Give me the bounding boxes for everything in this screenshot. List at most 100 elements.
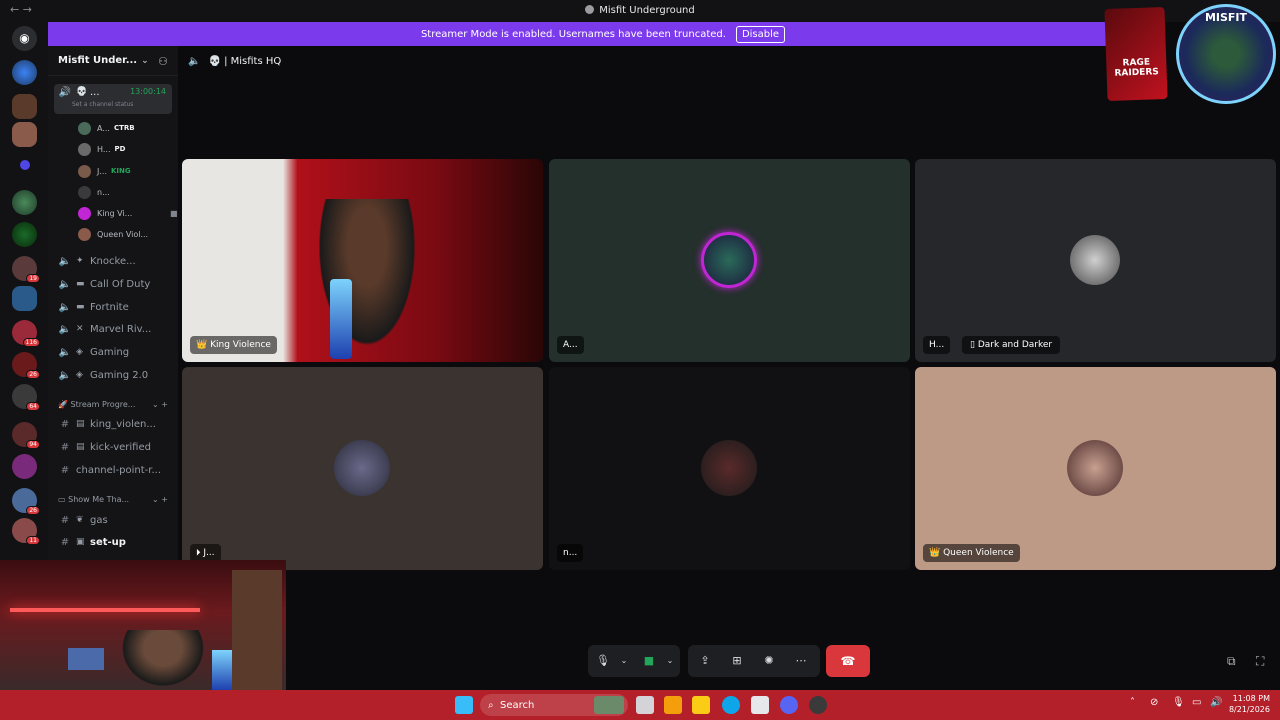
crown-icon: 👑 (196, 340, 208, 350)
chevron-down-icon[interactable]: ⌄ (615, 652, 633, 670)
discord-home-icon[interactable]: ◉ (12, 26, 37, 51)
video-tile[interactable]: 👑 King Violence (182, 159, 543, 362)
video-tile[interactable]: H... ▯ Dark and Darker (915, 159, 1276, 362)
voice-channel-misfits-hq[interactable]: 🔊 💀 ... 13:00:14 Set a channel status (54, 84, 172, 114)
video-tile[interactable]: A... (549, 159, 910, 362)
voice-channel[interactable]: 🔈 ▬ Call Of Duty (48, 274, 178, 294)
tile-label: 👑 Queen Violence (923, 544, 1020, 562)
voice-channel[interactable]: 🔈 ✕ Marvel Riv... (48, 319, 178, 339)
speaker-icon: 🔈 (58, 369, 72, 381)
display-icon[interactable]: ▭ (1192, 697, 1201, 708)
speaker-icon: 🔈 (188, 55, 201, 67)
channel-status[interactable]: Set a channel status (72, 101, 133, 108)
file-explorer-icon[interactable] (692, 696, 710, 714)
server-icon[interactable] (12, 286, 37, 311)
server-header[interactable]: Misfit Under... ⌄ ⚇ (48, 46, 178, 76)
disable-button[interactable]: Disable (735, 25, 786, 43)
gun-icon: ▬ (76, 302, 85, 312)
plus-icon[interactable]: ⌄ + (152, 400, 168, 409)
avatar (78, 206, 91, 220)
volume-icon[interactable]: 🔊 (1210, 697, 1222, 708)
microphone-icon[interactable]: 🎙 (1172, 697, 1185, 708)
server-icon[interactable]: 19 (12, 256, 40, 283)
voice-user[interactable]: Queen Viol... (78, 225, 148, 243)
voice-user[interactable]: H... PD (78, 140, 125, 158)
tile-label: H... (923, 336, 951, 354)
voice-channel[interactable]: 🔈 ◈ Gaming (48, 342, 178, 362)
hash-icon: # (60, 514, 70, 526)
speaker-icon: 🔈 (58, 346, 72, 358)
voice-user[interactable]: J... KING (78, 162, 131, 180)
server-icon[interactable]: 26 (12, 352, 40, 379)
server-icon[interactable]: 26 (12, 488, 40, 515)
soundboard-icon[interactable]: ✺ (760, 652, 778, 670)
text-channel[interactable]: # ▤ king_violen... (48, 414, 178, 434)
server-icon[interactable]: 94 (12, 422, 40, 449)
taskbar-clock[interactable]: 11:08 PM 8/21/2026 (1229, 693, 1270, 715)
windows-start-icon[interactable] (455, 696, 473, 714)
text-channel[interactable]: # ❦ gas (48, 510, 178, 530)
streamer-figure (118, 630, 208, 690)
server-icon[interactable] (12, 60, 37, 85)
server-icon[interactable] (12, 454, 37, 479)
activities-icon[interactable]: ⊞ (728, 652, 746, 670)
fullscreen-icon[interactable]: ⛶ (1256, 654, 1264, 669)
voice-channel[interactable]: 🔈 ◈ Gaming 2.0 (48, 365, 178, 385)
screen-share-icon[interactable]: ⇪ (696, 652, 714, 670)
store-icon[interactable] (751, 696, 769, 714)
task-view-icon[interactable] (636, 696, 654, 714)
window-title: Misfit Underground (0, 5, 1280, 16)
plus-icon[interactable]: ⌄ + (152, 495, 168, 504)
banner-text: Streamer Mode is enabled. Usernames have… (420, 28, 726, 40)
widget-icon[interactable] (594, 696, 624, 714)
hash-icon: # (60, 418, 70, 430)
microphone-icon[interactable]: 🎙 (594, 652, 612, 670)
streamer-mode-banner: Streamer Mode is enabled. Usernames have… (48, 22, 1158, 46)
category-stream-progress[interactable]: 🚀 Stream Progre... ⌄ + (58, 400, 168, 409)
obs-icon[interactable] (809, 696, 827, 714)
server-icon[interactable]: 116 (12, 320, 40, 347)
chevron-up-icon[interactable]: ˄ (1130, 697, 1135, 708)
rage-raiders-logo: RAGE RAIDERS (1104, 6, 1168, 102)
more-icon[interactable]: ⋯ (792, 652, 810, 670)
chevron-down-icon: ⌄ (141, 55, 149, 66)
text-channel[interactable]: # channel-point-r... (48, 460, 178, 480)
avatar (701, 440, 757, 496)
discord-icon[interactable] (780, 696, 798, 714)
chevron-down-icon[interactable]: ⌄ (661, 652, 679, 670)
voice-user[interactable]: A... CTRB (78, 119, 135, 137)
hash-icon: # (60, 464, 70, 476)
server-icon[interactable] (12, 122, 37, 147)
server-icon[interactable] (12, 94, 37, 119)
avatar (334, 440, 390, 496)
hangup-button[interactable]: ☎ (826, 645, 870, 677)
video-tile[interactable]: ⏵ J... (182, 367, 543, 570)
channel-timer: 13:00:14 (130, 87, 166, 96)
voice-channel[interactable]: 🔈 ▬ Fortnite (48, 297, 178, 317)
category-show-me[interactable]: ▭ Show Me Tha... ⌄ + (58, 495, 168, 504)
voice-channel[interactable]: 🔈 ✦ Knocke... (48, 251, 178, 271)
streamer-webcam-overlay (0, 560, 286, 690)
camera-icon[interactable]: ■ (640, 652, 658, 670)
video-tile[interactable]: n... (549, 367, 910, 570)
edge-icon[interactable] (722, 696, 740, 714)
voice-user[interactable]: King Vi... ■ (78, 204, 178, 222)
server-icon[interactable]: 11 (12, 518, 40, 545)
network-off-icon[interactable]: ⊘ (1150, 697, 1158, 708)
door (232, 570, 282, 690)
add-person-icon[interactable]: ⚇ (158, 55, 168, 68)
monitor (68, 648, 104, 670)
server-icon[interactable] (12, 222, 37, 247)
folder-icon[interactable] (20, 160, 30, 170)
voice-user[interactable]: n... (78, 183, 110, 201)
hash-icon: # (60, 441, 70, 453)
popout-icon[interactable]: ⧉ (1227, 654, 1236, 669)
server-icon[interactable] (12, 190, 37, 215)
server-icon (585, 5, 595, 14)
copilot-icon[interactable] (664, 696, 682, 714)
text-channel[interactable]: # ▤ kick-verified (48, 437, 178, 457)
server-icon[interactable]: 64 (12, 384, 40, 411)
video-tile[interactable]: 👑 Queen Violence (915, 367, 1276, 570)
avatar (78, 164, 91, 178)
text-channel-active[interactable]: # ▣ set-up (48, 532, 178, 552)
